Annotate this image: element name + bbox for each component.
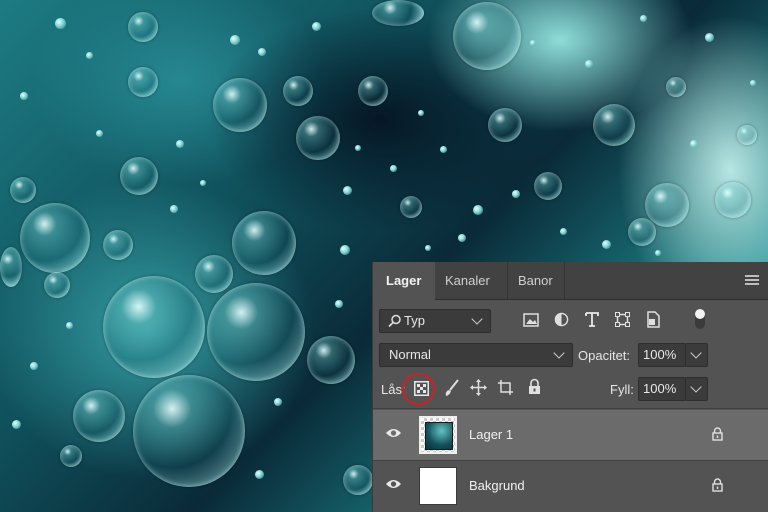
bubble xyxy=(307,336,355,384)
bubble xyxy=(534,172,562,200)
bubble xyxy=(666,77,686,97)
bubble xyxy=(103,230,133,260)
bubble xyxy=(488,108,522,142)
bubble xyxy=(0,247,22,287)
adjustment-filter-icon[interactable] xyxy=(554,312,569,327)
layer-name: Lager 1 xyxy=(469,427,514,442)
bubble xyxy=(400,196,422,218)
type-filter-icon[interactable] xyxy=(585,312,599,327)
bubble xyxy=(128,12,158,42)
bubble xyxy=(133,375,245,487)
chevron-down-icon xyxy=(690,347,702,359)
divider xyxy=(373,408,768,409)
bubble xyxy=(453,2,521,70)
panel-menu-icon[interactable] xyxy=(745,275,759,285)
filter-kind-select[interactable]: Typ xyxy=(379,309,491,333)
tab-kanaler[interactable]: Kanaler xyxy=(435,262,508,299)
tab-banor[interactable]: Banor xyxy=(508,262,565,299)
bubble xyxy=(645,183,689,227)
search-icon xyxy=(388,314,401,328)
chevron-down-icon xyxy=(690,381,702,393)
bubble xyxy=(20,203,90,273)
opacity-label: Opacitet: xyxy=(578,348,631,363)
fill-input[interactable]: 100% xyxy=(638,377,686,401)
panel-tab-bar: Lager Kanaler Banor xyxy=(373,262,768,300)
tab-label: Banor xyxy=(518,273,553,288)
chevron-down-icon xyxy=(471,313,483,325)
bubble xyxy=(10,177,36,203)
bubble xyxy=(73,390,125,442)
opacity-input[interactable]: 100% xyxy=(638,343,686,367)
bubble xyxy=(737,125,757,145)
bubble xyxy=(593,104,635,146)
layer-thumbnail xyxy=(419,467,457,505)
layer-lock-icon xyxy=(712,478,723,492)
fill-dropdown-button[interactable] xyxy=(685,377,708,401)
bubble xyxy=(372,0,424,26)
fill-value: 100% xyxy=(643,381,677,396)
eye-icon[interactable] xyxy=(385,478,402,490)
layer-lock-icon xyxy=(712,427,723,441)
chevron-down-icon xyxy=(553,347,565,359)
lock-position-icon[interactable] xyxy=(470,379,487,396)
image-filter-icon[interactable] xyxy=(523,313,539,327)
bubble xyxy=(232,211,296,275)
layer-row-lager-1[interactable]: Lager 1 xyxy=(373,410,768,460)
smart-object-filter-icon[interactable] xyxy=(646,311,660,328)
blend-mode-select[interactable]: Normal xyxy=(379,343,573,367)
tab-lager[interactable]: Lager xyxy=(373,262,435,300)
bubble xyxy=(715,182,751,218)
opacity-dropdown-button[interactable] xyxy=(685,343,708,367)
eye-icon[interactable] xyxy=(385,427,402,439)
bubble xyxy=(283,76,313,106)
blend-mode-value: Normal xyxy=(389,347,431,362)
bubble xyxy=(296,116,340,160)
lock-artboard-icon[interactable] xyxy=(497,379,514,396)
layer-thumbnail xyxy=(419,416,457,454)
lock-all-icon[interactable] xyxy=(528,378,541,395)
opacity-value: 100% xyxy=(643,347,677,362)
layer-row-bakgrund[interactable]: Bakgrund xyxy=(373,461,768,511)
bubble xyxy=(343,465,373,495)
bubble xyxy=(213,78,267,132)
bubble xyxy=(60,445,82,467)
bubble xyxy=(103,276,205,378)
bubble xyxy=(207,283,305,381)
bubble xyxy=(120,157,158,195)
tab-label: Lager xyxy=(386,273,422,288)
shape-filter-icon[interactable] xyxy=(615,312,630,327)
bubble xyxy=(128,67,158,97)
bubble xyxy=(44,272,70,298)
bubble xyxy=(195,255,233,293)
tab-label: Kanaler xyxy=(445,273,490,288)
filter-toggle-icon[interactable] xyxy=(695,309,705,329)
bubble xyxy=(628,218,656,246)
filter-kind-label: Typ xyxy=(404,313,425,328)
layer-name: Bakgrund xyxy=(469,478,525,493)
fill-label: Fyll: xyxy=(610,382,634,397)
lock-image-pixels-icon[interactable] xyxy=(443,379,459,397)
bubble xyxy=(358,76,388,106)
